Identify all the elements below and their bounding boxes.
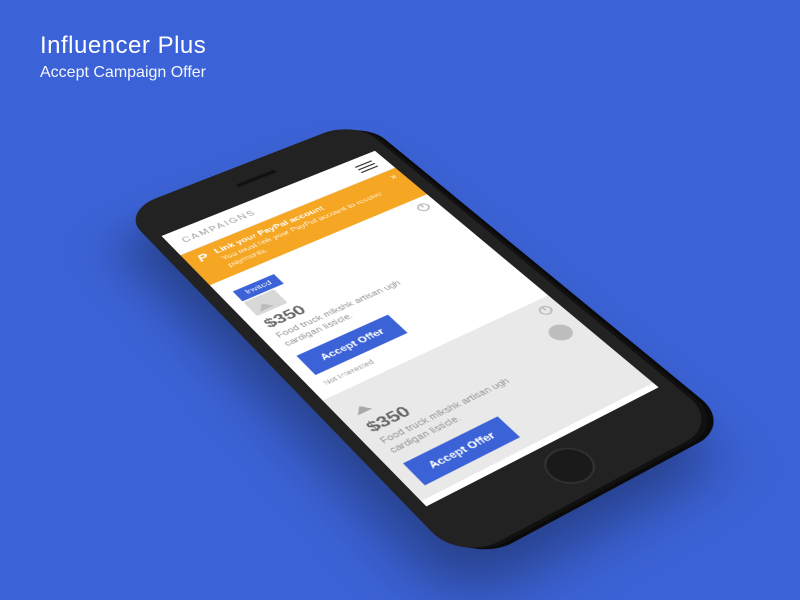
paypal-icon: P (195, 252, 212, 264)
phone-speaker (236, 169, 278, 187)
avatar (543, 321, 577, 343)
page-title: Influencer Plus (40, 32, 206, 60)
accept-offer-button[interactable]: Accept Offer (403, 417, 520, 486)
clock-icon (536, 304, 556, 317)
campaign-thumbnail (343, 388, 390, 418)
campaign-price: $350 (362, 324, 581, 436)
home-button[interactable] (534, 441, 606, 491)
clock-icon (414, 202, 432, 213)
campaign-card: $350 Food truck mlkshk artisan ugh cardi… (322, 295, 653, 501)
menu-icon[interactable] (354, 160, 378, 173)
page-subtitle: Accept Campaign Offer (40, 64, 206, 82)
phone-mock: CAMPAIGNS P Link your PayPal account You… (122, 121, 721, 562)
accept-offer-button[interactable]: Accept Offer (296, 314, 407, 374)
page-header: Influencer Plus Accept Campaign Offer (40, 32, 206, 82)
campaign-description: Food truck mlkshk artisan ugh cardigan l… (377, 359, 558, 456)
